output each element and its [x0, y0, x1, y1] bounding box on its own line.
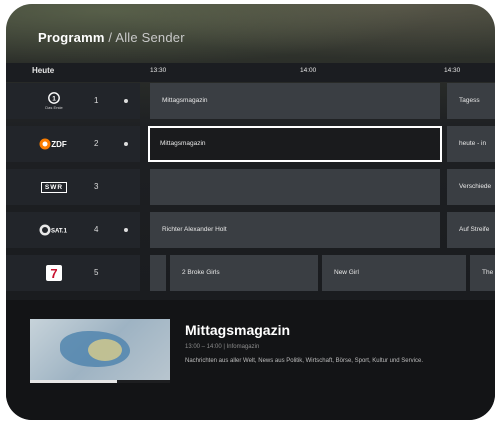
- channel-logo-zdf: ZDF: [38, 135, 70, 153]
- channel-logo-pro7: 7: [38, 264, 70, 282]
- program-cell[interactable]: Richter Alexander Holt: [150, 212, 440, 248]
- time-bar: Heute 13:30 14:00 14:30: [6, 63, 495, 82]
- program-cell[interactable]: Verschiede: [447, 169, 495, 205]
- zdf-icon: ZDF: [39, 138, 67, 150]
- pro7-icon: 7: [46, 265, 62, 281]
- channel-logo-caption: Das Erste: [45, 105, 63, 110]
- channel-cell[interactable]: 7 5: [6, 255, 140, 291]
- live-indicator: [124, 142, 128, 146]
- time-bar-day: Heute: [32, 66, 55, 75]
- svg-text:1: 1: [52, 95, 56, 102]
- program-cell[interactable]: Mittagsmagazin: [150, 83, 440, 119]
- program-cell[interactable]: Auf Streife: [447, 212, 495, 248]
- page-title-subtitle: Alle Sender: [115, 30, 185, 45]
- page-title-main: Programm: [38, 30, 105, 45]
- sat1-logo-text: SAT.1: [51, 229, 68, 235]
- program-thumbnail[interactable]: [30, 319, 170, 383]
- program-cell[interactable]: The S: [470, 255, 495, 291]
- channel-number: 5: [94, 268, 99, 277]
- channel-logo-sat1: SAT.1: [38, 221, 70, 239]
- channel-logo-ard: 1 Das Erste: [38, 92, 70, 110]
- channel-cell[interactable]: ZDF 2: [6, 126, 140, 162]
- channel-number: 1: [94, 96, 99, 105]
- program-cell[interactable]: heute - in: [447, 126, 495, 162]
- program-cell[interactable]: Tagess: [447, 83, 495, 119]
- live-indicator: [124, 228, 128, 232]
- ard-icon: 1: [48, 92, 60, 104]
- channel-cell[interactable]: SAT.1 4: [6, 212, 140, 248]
- thumbnail-map-shape: [88, 339, 122, 361]
- page-title-separator: /: [104, 30, 116, 45]
- page-title: Programm / Alle Sender: [38, 30, 185, 45]
- channel-row: ZDF 2 Mittagsmagazin heute - in: [6, 126, 495, 162]
- program-title: Mittagsmagazin: [185, 322, 291, 338]
- swr-logo-text: SWR: [40, 181, 68, 193]
- channel-cell[interactable]: SWR 3: [6, 169, 140, 205]
- channel-cell[interactable]: 1 Das Erste 1: [6, 83, 140, 119]
- program-description: Nachrichten aus aller Welt, News aus Pol…: [185, 358, 423, 364]
- time-slot: 13:30: [150, 67, 167, 74]
- channel-row: 1 Das Erste 1 Mittagsmagazin Tagess: [6, 83, 495, 119]
- channel-logo-swr: SWR: [38, 178, 70, 196]
- channel-row: SWR 3 Verschiede: [6, 169, 495, 205]
- live-indicator: [124, 99, 128, 103]
- tv-guide-screen: Programm / Alle Sender Heute 13:30 14:00…: [6, 4, 495, 420]
- channel-number: 3: [94, 182, 99, 191]
- channel-row: 7 5 2 Broke Girls New Girl The S: [6, 255, 495, 291]
- time-slot: 14:00: [300, 67, 317, 74]
- pro7-logo-text: 7: [50, 266, 57, 281]
- channel-number: 2: [94, 139, 99, 148]
- progress-fill: [30, 380, 117, 383]
- channel-row: SAT.1 4 Richter Alexander Holt Auf Strei…: [6, 212, 495, 248]
- channel-number: 4: [94, 225, 99, 234]
- program-time: 13:00 – 14:00 | Infomagazin: [185, 344, 260, 350]
- program-cell[interactable]: New Girl: [322, 255, 466, 291]
- program-cell-empty[interactable]: [150, 169, 440, 205]
- program-cell-empty[interactable]: [150, 255, 166, 291]
- zdf-logo-text: ZDF: [51, 140, 67, 149]
- sat1-icon: SAT.1: [39, 224, 68, 236]
- time-slot: 14:30: [444, 67, 461, 74]
- program-cell-selected[interactable]: Mittagsmagazin: [148, 126, 442, 162]
- program-info-panel: Mittagsmagazin 13:00 – 14:00 | Infomagaz…: [6, 300, 495, 420]
- program-cell[interactable]: 2 Broke Girls: [170, 255, 318, 291]
